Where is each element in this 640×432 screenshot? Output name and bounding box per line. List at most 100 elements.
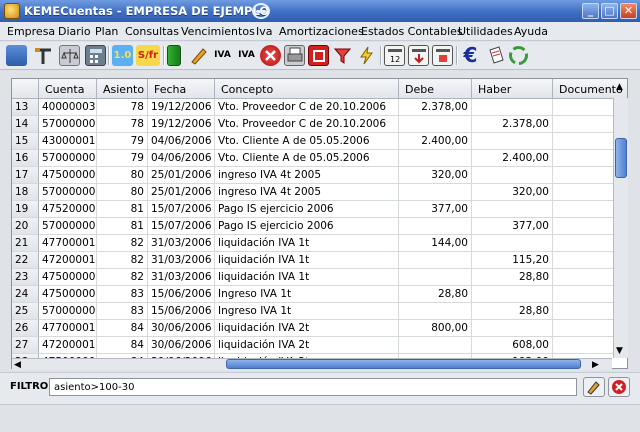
new-entry-icon[interactable] — [167, 45, 181, 66]
calendar-icon[interactable]: 12 — [384, 45, 405, 66]
vertical-scroll-thumb[interactable] — [615, 138, 627, 178]
sfr-icon[interactable]: S/fr — [136, 45, 160, 66]
row-number-cell[interactable]: 24 — [12, 286, 39, 303]
fecha-cell[interactable]: 04/06/2006 — [148, 133, 215, 150]
print-icon[interactable] — [284, 45, 305, 66]
debe-cell[interactable] — [399, 218, 472, 235]
haber-cell[interactable]: 115,20 — [472, 252, 553, 269]
row-number-header[interactable] — [12, 79, 39, 99]
cuenta-cell[interactable]: 57000000 — [39, 218, 97, 235]
concepto-cell[interactable]: Vto. Cliente A de 05.05.2006 — [215, 133, 399, 150]
version-icon[interactable]: 1.0 — [112, 45, 133, 66]
calendar-down-icon[interactable] — [408, 45, 429, 66]
row-number-cell[interactable]: 26 — [12, 320, 39, 337]
table-row[interactable]: 27 47200001 84 30/06/2006 liquidación IVA 2t… — [12, 337, 627, 354]
table-row[interactable]: 17 47500000 80 25/01/2006 ingreso IVA 4t 200… — [12, 167, 627, 184]
table-row[interactable]: 19 47520000 81 15/07/2006 Pago IS ejercicio … — [12, 201, 627, 218]
haber-cell[interactable] — [472, 286, 553, 303]
fecha-header[interactable]: Fecha — [148, 79, 215, 99]
menu-estados-contables[interactable]: Estados Contables — [361, 25, 463, 38]
cuenta-header[interactable]: Cuenta — [39, 79, 97, 99]
haber-cell[interactable]: 28,80 — [472, 269, 553, 286]
debe-cell[interactable] — [399, 184, 472, 201]
menu-empresa[interactable]: Empresa — [7, 25, 55, 38]
scroll-up-arrow-icon[interactable]: ▲ — [616, 82, 623, 92]
asiento-cell[interactable]: 84 — [97, 320, 148, 337]
asiento-cell[interactable]: 83 — [97, 303, 148, 320]
fecha-cell[interactable]: 15/06/2006 — [148, 286, 215, 303]
delete-icon[interactable] — [260, 45, 281, 66]
fecha-cell[interactable]: 31/03/2006 — [148, 235, 215, 252]
fecha-cell[interactable]: 19/12/2006 — [148, 99, 215, 116]
concepto-cell[interactable]: Pago IS ejercicio 2006 — [215, 201, 399, 218]
debe-cell[interactable] — [399, 269, 472, 286]
document-icon[interactable] — [486, 45, 507, 66]
row-number-cell[interactable]: 19 — [12, 201, 39, 218]
menu-vencimientos[interactable]: Vencimientos — [181, 25, 255, 38]
debe-cell[interactable]: 2.400,00 — [399, 133, 472, 150]
row-number-cell[interactable]: 25 — [12, 303, 39, 320]
asiento-header[interactable]: Asiento — [97, 79, 148, 99]
cuenta-cell[interactable]: 47500000 — [39, 167, 97, 184]
cuenta-cell[interactable]: 47700001 — [39, 235, 97, 252]
table-row[interactable]: 13 40000003 78 19/12/2006 Vto. Proveedor C d… — [12, 99, 627, 116]
cuenta-cell[interactable]: 40000003 — [39, 99, 97, 116]
table-row[interactable]: 14 57000000 78 19/12/2006 Vto. Proveedor C d… — [12, 116, 627, 133]
fecha-cell[interactable]: 30/06/2006 — [148, 320, 215, 337]
asiento-cell[interactable]: 80 — [97, 184, 148, 201]
fecha-cell[interactable]: 15/07/2006 — [148, 201, 215, 218]
cuenta-cell[interactable]: 47500000 — [39, 286, 97, 303]
vertical-scrollbar[interactable] — [613, 98, 628, 358]
cuenta-cell[interactable]: 47520000 — [39, 201, 97, 218]
asiento-cell[interactable]: 79 — [97, 133, 148, 150]
cuenta-cell[interactable]: 47700001 — [39, 320, 97, 337]
maximize-button[interactable]: □ — [601, 3, 618, 19]
debe-cell[interactable]: 2.378,00 — [399, 99, 472, 116]
concepto-cell[interactable]: ingreso IVA 4t 2005 — [215, 184, 399, 201]
fecha-cell[interactable]: 19/12/2006 — [148, 116, 215, 133]
iva-out-icon[interactable]: IVA — [236, 45, 257, 66]
cuenta-cell[interactable]: 47200001 — [39, 337, 97, 354]
scroll-right-arrow-icon[interactable]: ▶ — [592, 360, 599, 370]
cuenta-cell[interactable]: 47200001 — [39, 252, 97, 269]
iva-in-icon[interactable]: IVA — [212, 45, 233, 66]
recycle-icon[interactable] — [508, 45, 529, 66]
asiento-cell[interactable]: 80 — [97, 167, 148, 184]
minimize-button[interactable]: _ — [582, 3, 599, 19]
cuenta-cell[interactable]: 57000000 — [39, 116, 97, 133]
debe-cell[interactable]: 377,00 — [399, 201, 472, 218]
menu-utilidades[interactable]: Utilidades — [458, 25, 513, 38]
asiento-cell[interactable]: 82 — [97, 252, 148, 269]
concepto-header[interactable]: Concepto — [215, 79, 399, 99]
fecha-cell[interactable]: 25/01/2006 — [148, 167, 215, 184]
concepto-cell[interactable]: Ingreso IVA 1t — [215, 286, 399, 303]
haber-cell[interactable]: 377,00 — [472, 218, 553, 235]
haber-cell[interactable] — [472, 320, 553, 337]
debe-cell[interactable] — [399, 303, 472, 320]
clear-filter-button[interactable] — [608, 377, 630, 397]
row-number-cell[interactable]: 27 — [12, 337, 39, 354]
asiento-cell[interactable]: 81 — [97, 218, 148, 235]
haber-cell[interactable] — [472, 133, 553, 150]
balance-icon[interactable] — [59, 45, 80, 66]
asiento-cell[interactable]: 81 — [97, 201, 148, 218]
row-number-cell[interactable]: 14 — [12, 116, 39, 133]
fecha-cell[interactable]: 15/07/2006 — [148, 218, 215, 235]
menu-amortizaciones[interactable]: Amortizaciones — [279, 25, 364, 38]
asiento-cell[interactable]: 79 — [97, 150, 148, 167]
debe-cell[interactable]: 800,00 — [399, 320, 472, 337]
fecha-cell[interactable]: 25/01/2006 — [148, 184, 215, 201]
table-row[interactable]: 26 47700001 84 30/06/2006 liquidación IVA 2t… — [12, 320, 627, 337]
haber-cell[interactable] — [472, 235, 553, 252]
row-number-cell[interactable]: 13 — [12, 99, 39, 116]
row-number-cell[interactable]: 23 — [12, 269, 39, 286]
haber-cell[interactable] — [472, 167, 553, 184]
cuenta-cell[interactable]: 43000001 — [39, 133, 97, 150]
debe-cell[interactable] — [399, 150, 472, 167]
concepto-cell[interactable]: Vto. Proveedor C de 20.10.2006 — [215, 116, 399, 133]
row-number-cell[interactable]: 15 — [12, 133, 39, 150]
asiento-cell[interactable]: 78 — [97, 99, 148, 116]
table-row[interactable]: 15 43000001 79 04/06/2006 Vto. Cliente A de … — [12, 133, 627, 150]
menu-ayuda[interactable]: Ayuda — [514, 25, 548, 38]
row-number-cell[interactable]: 21 — [12, 235, 39, 252]
